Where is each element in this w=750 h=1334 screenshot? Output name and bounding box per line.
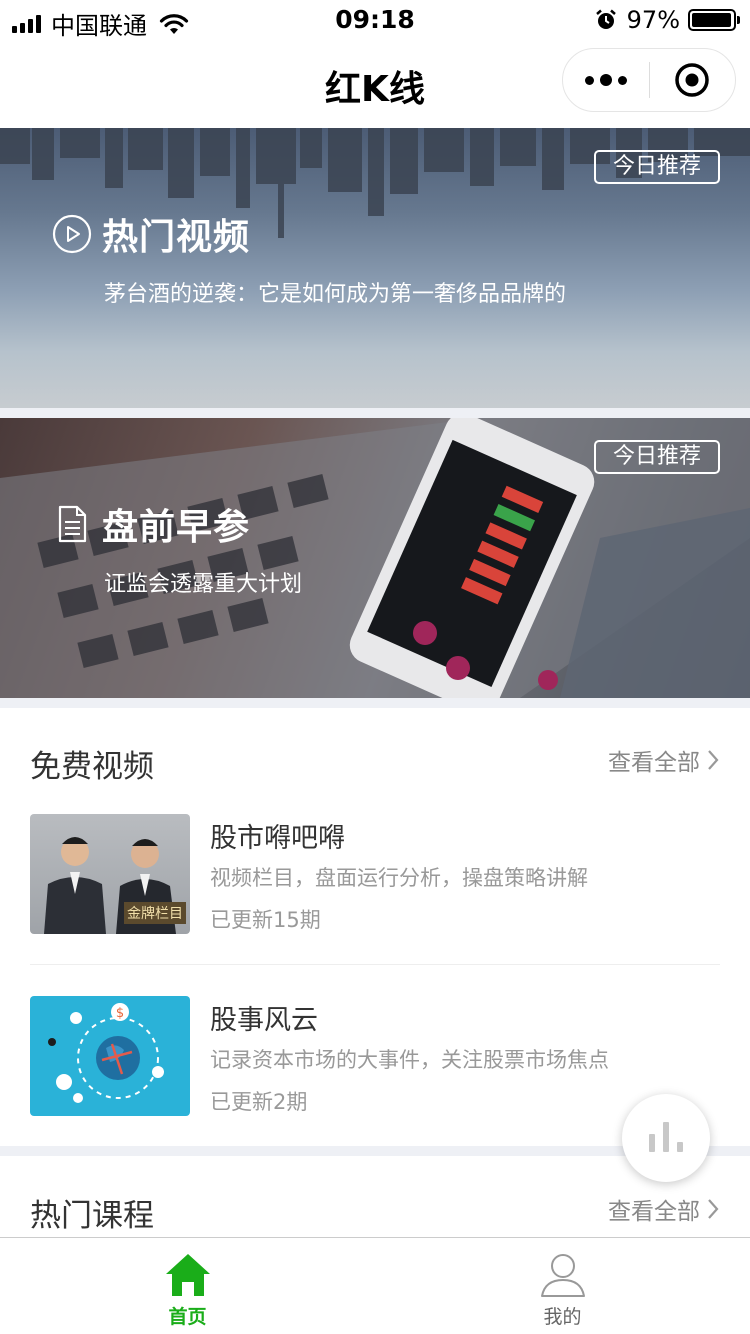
section-title: 热门课程 (30, 1198, 154, 1234)
gold-column-badge: 金牌栏目 (124, 902, 186, 924)
tab-home[interactable]: 首页 (0, 1238, 375, 1334)
banner-description: 证监会透露重大计划 (104, 572, 303, 597)
banner-heading: 热门视频 (52, 208, 250, 260)
section-separator (0, 698, 750, 708)
home-icon (165, 1254, 210, 1296)
item-description: 记录资本市场的大事件，关注股票市场焦点 (210, 1048, 609, 1072)
tab-bar: 首页 我的 (0, 1237, 750, 1334)
document-icon (58, 505, 87, 543)
banner-heading: 盘前早参 (52, 498, 250, 550)
item-update-count: 已更新2期 (210, 1090, 308, 1114)
list-divider (30, 964, 720, 965)
status-bar: 中国联通 09:18 97% (0, 0, 750, 40)
globe-finance-image: $ (48, 1003, 164, 1103)
battery-percent: 97% (626, 6, 680, 34)
item-title: 股事风云 (210, 1005, 318, 1036)
target-close-icon[interactable] (650, 48, 736, 112)
banner-hot-video[interactable]: 今日推荐 热门视频 茅台酒的逆袭：它是如何成为第一奢侈品品牌的 (0, 128, 750, 408)
banner-morning-brief[interactable]: 今日推荐 盘前早参 证监会透露重大计划 (0, 418, 750, 698)
svg-text:$: $ (116, 1006, 124, 1021)
section-separator (0, 408, 750, 418)
chevron-right-icon (708, 1199, 719, 1219)
chart-float-button[interactable] (622, 1094, 710, 1182)
nav-bar: 红K线 (0, 40, 750, 128)
recommend-tag: 今日推荐 (594, 440, 720, 474)
user-icon (540, 1254, 585, 1297)
bar-chart-icon-bar (677, 1142, 683, 1152)
free-videos-header: 免费视频 查看全部 (30, 735, 720, 785)
banner-description: 茅台酒的逆袭：它是如何成为第一奢侈品品牌的 (104, 282, 567, 307)
hot-courses-header: 热门课程 查看全部 (30, 1184, 720, 1234)
more-dots-icon[interactable] (563, 48, 649, 112)
view-all-label: 查看全部 (608, 750, 700, 776)
list-item[interactable]: $ 股事风云 记录资本市场的大事件，关注股票市场焦点 已更新2期 (30, 996, 720, 1116)
video-thumbnail: $ (30, 996, 190, 1116)
play-circle-icon (52, 214, 92, 254)
alarm-clock-icon (595, 9, 616, 29)
chevron-right-icon (708, 750, 719, 770)
view-all-link[interactable]: 查看全部 (608, 743, 720, 777)
banner-title: 热门视频 (102, 217, 251, 258)
tab-label: 我的 (543, 1306, 582, 1328)
banner-title: 盘前早参 (102, 507, 251, 548)
tab-mine[interactable]: 我的 (375, 1238, 750, 1334)
view-all-label: 查看全部 (608, 1199, 700, 1225)
video-thumbnail: 金牌栏目 (30, 814, 190, 934)
bar-chart-icon-bar (663, 1122, 669, 1152)
status-right: 97% (595, 6, 740, 34)
list-item[interactable]: 金牌栏目 股市嘚吧嘚 视频栏目，盘面运行分析，操盘策略讲解 已更新15期 (30, 814, 720, 934)
recommend-tag: 今日推荐 (594, 150, 720, 184)
item-title: 股市嘚吧嘚 (210, 823, 345, 854)
view-all-link[interactable]: 查看全部 (608, 1192, 720, 1226)
mini-program-capsule (562, 48, 736, 112)
battery-fill (692, 13, 731, 27)
item-description: 视频栏目，盘面运行分析，操盘策略讲解 (210, 866, 588, 890)
tab-label: 首页 (168, 1306, 207, 1328)
bar-chart-icon (649, 1134, 655, 1152)
battery-icon (688, 9, 740, 31)
item-update-count: 已更新15期 (210, 908, 321, 932)
section-title: 免费视频 (30, 749, 154, 785)
